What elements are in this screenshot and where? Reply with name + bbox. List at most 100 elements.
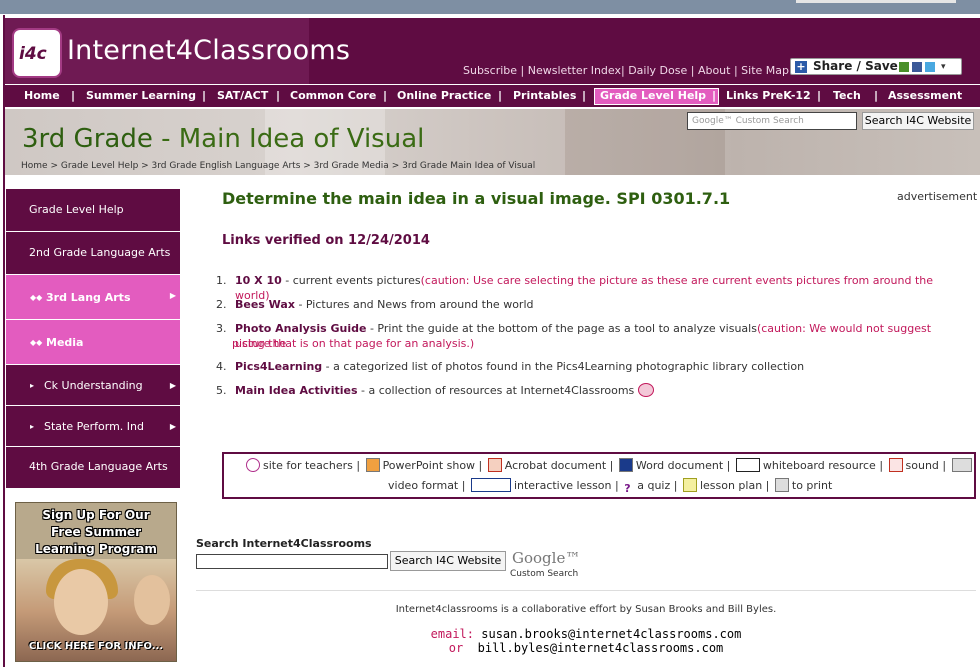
facebook-icon: [912, 62, 922, 72]
sound-icon: [888, 458, 903, 472]
email-label: email:: [430, 627, 475, 641]
site-map-link[interactable]: Site Map: [741, 64, 789, 77]
resource-link-10x10[interactable]: 10 X 10: [235, 274, 282, 287]
nav-assessment[interactable]: Assessment: [888, 89, 962, 102]
bullet-icon: ▸: [30, 422, 35, 431]
nav-printables[interactable]: Printables: [513, 89, 576, 102]
nav-separator: |: [712, 89, 717, 102]
nav-home[interactable]: Home: [24, 89, 60, 102]
promo-photo-face: [54, 569, 108, 635]
page-banner: 3rd Grade - Main Idea of Visual Home > G…: [5, 109, 980, 175]
nav-online-practice[interactable]: Online Practice: [397, 89, 491, 102]
footer-search-input[interactable]: [196, 554, 388, 569]
email-link-bill[interactable]: bill.byles@internet4classrooms.com: [478, 641, 724, 655]
quiz-icon: ?: [624, 482, 635, 496]
browser-top-strip: [0, 0, 980, 14]
promo-line: Learning Program: [35, 542, 157, 556]
promo-photo-face: [134, 575, 170, 625]
share-save-button[interactable]: + Share / Save ▾: [790, 58, 962, 75]
promo-line: Sign Up For Our: [42, 508, 150, 522]
resource-link-pics4learning[interactable]: Pics4Learning: [235, 360, 322, 373]
nav-sat-act[interactable]: SAT/ACT: [217, 89, 268, 102]
sidebar-item-state-perform-ind[interactable]: ▸ State Perform. Ind ▶: [6, 406, 180, 447]
chevron-right-icon: ▶: [169, 381, 176, 390]
nav-separator: |: [276, 89, 281, 102]
nav-separator: |: [498, 89, 503, 102]
expanded-icon: ◆◆: [30, 293, 43, 302]
printer-icon: [774, 478, 789, 492]
i4c-logo-icon: i4c: [12, 28, 62, 78]
expanded-icon: ◆◆: [30, 338, 43, 347]
advertisement-label: advertisement: [897, 190, 978, 203]
resource-link-bees-wax[interactable]: Bees Wax: [235, 298, 295, 311]
nav-links-prek-12[interactable]: Links PreK-12: [726, 89, 811, 102]
nav-tech[interactable]: Tech: [833, 89, 861, 102]
word-icon: [618, 458, 633, 472]
search-input[interactable]: Google™ Custom Search: [687, 112, 857, 130]
promo-line: Free Summer: [50, 525, 142, 539]
twitter-icon: [925, 62, 935, 72]
search-button[interactable]: Search I4C Website: [862, 112, 974, 130]
apple-icon: [246, 458, 260, 472]
breadcrumb[interactable]: Home > Grade Level Help > 3rd Grade Engl…: [21, 161, 535, 171]
contact-emails: email: susan.brooks@internet4classrooms.…: [196, 627, 976, 655]
sidebar-item-4th-grade-language-arts[interactable]: 4th Grade Language Arts: [6, 447, 180, 489]
footer-search-button[interactable]: Search I4C Website: [390, 551, 506, 571]
or-label: or: [448, 641, 464, 655]
video-icon: [951, 458, 972, 472]
bullet-icon: ▸: [30, 381, 35, 390]
caution-note-continued: picture that is on that page for an anal…: [232, 337, 475, 350]
legend-row: site for teachers | PowerPoint show | Ac…: [244, 458, 975, 472]
nav-separator: |: [202, 89, 207, 102]
email-share-icon: [899, 62, 909, 72]
newsletter-index-link[interactable]: Newsletter Index: [528, 64, 621, 77]
links-verified-date: Links verified on 12/24/2014: [222, 233, 430, 248]
footer-search-label: Search Internet4Classrooms: [196, 537, 372, 550]
sidebar-item-grade-level-help[interactable]: Grade Level Help: [6, 189, 180, 232]
sidebar-item-media[interactable]: ◆◆ Media: [6, 320, 180, 365]
legend-row: video format | interactive lesson | ? a q…: [388, 478, 833, 496]
page-title: 3rd Grade - Main Idea of Visual: [22, 124, 425, 154]
google-logo: Google™: [512, 549, 581, 567]
top-box: [796, 0, 956, 3]
top-links: Subscribe | Newsletter Index| Daily Dose…: [463, 64, 790, 77]
site-header: i4c Internet4Classrooms Subscribe | News…: [5, 18, 980, 84]
chevron-right-icon: ▶: [169, 422, 176, 431]
daily-dose-link[interactable]: Daily Dose: [628, 64, 687, 77]
subscribe-link[interactable]: Subscribe: [463, 64, 517, 77]
logo-area[interactable]: i4c Internet4Classrooms: [5, 18, 350, 84]
promo-click-here: CLICK HERE FOR INFO...: [28, 641, 164, 652]
main-heading: Determine the main idea in a visual imag…: [222, 189, 731, 208]
acrobat-icon: [487, 458, 502, 472]
whiteboard-icon: [735, 458, 760, 472]
email-link-susan[interactable]: susan.brooks@internet4classrooms.com: [481, 627, 741, 641]
resource-link-photo-analysis-guide[interactable]: Photo Analysis Guide: [235, 322, 366, 335]
summer-program-promo[interactable]: Sign Up For Our Free Summer Learning Pro…: [15, 502, 177, 662]
nav-separator: |: [817, 89, 822, 102]
powerpoint-icon: [365, 458, 380, 472]
resource-link-main-idea-activities[interactable]: Main Idea Activities: [235, 384, 358, 397]
sidebar-item-2nd-grade-language-arts[interactable]: 2nd Grade Language Arts: [6, 232, 180, 275]
sidebar-item-ck-understanding[interactable]: ▸ Ck Understanding ▶: [6, 365, 180, 406]
collaboration-note: Internet4classrooms is a collaborative e…: [395, 604, 777, 615]
custom-search-label: Custom Search: [510, 569, 579, 579]
about-link[interactable]: About: [698, 64, 731, 77]
i4c-resource-icon: [638, 383, 655, 397]
logo-text: Internet4Classrooms: [67, 35, 351, 66]
nav-summer-learning[interactable]: Summer Learning: [86, 89, 196, 102]
main-nav: Home | Summer Learning | SAT/ACT | Commo…: [5, 84, 980, 108]
divider: [196, 590, 976, 591]
nav-grade-level-help[interactable]: Grade Level Help: [600, 89, 706, 102]
sidebar-item-3rd-lang-arts[interactable]: ◆◆ 3rd Lang Arts ▶: [6, 275, 180, 320]
interactive-lesson-icon: [470, 478, 511, 492]
nav-separator: |: [71, 89, 76, 102]
icon-legend: site for teachers | PowerPoint show | Ac…: [222, 452, 976, 499]
nav-separator: |: [383, 89, 388, 102]
nav-separator: |: [874, 89, 879, 102]
nav-common-core[interactable]: Common Core: [290, 89, 376, 102]
dropdown-arrow-icon: ▾: [941, 62, 946, 72]
nav-separator: |: [582, 89, 587, 102]
lesson-plan-icon: [682, 478, 697, 492]
chevron-right-icon: ▶: [169, 291, 176, 300]
plus-icon: +: [795, 60, 807, 73]
